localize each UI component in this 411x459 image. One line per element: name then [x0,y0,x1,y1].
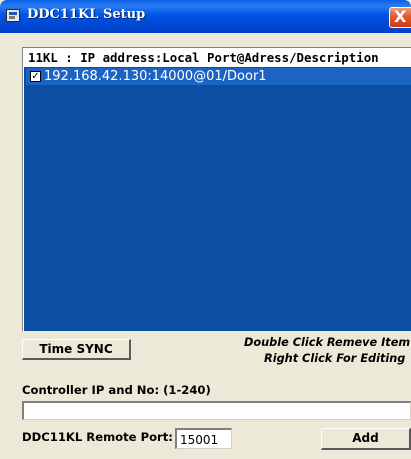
list-header: 11KL : IP address:Local Port@Adress/Desc… [24,49,411,67]
controller-ip-label: Controller IP and No: (1-240) [22,383,211,397]
setup-window: DDC11KL Setup X 11KL : IP address:Local … [0,0,411,459]
title-bar[interactable]: DDC11KL Setup X [0,0,411,33]
controller-ip-input[interactable] [22,401,411,420]
door-list[interactable]: 11KL : IP address:Local Port@Adress/Desc… [22,47,411,331]
list-body[interactable]: ✓ 192.168.42.130:14000@01/Door1 [24,67,411,331]
checkbox-icon[interactable]: ✓ [30,71,41,82]
close-button[interactable]: X [389,7,411,28]
remove-hint: Double Click Remeve Item [244,336,411,349]
list-item[interactable]: ✓ 192.168.42.130:14000@01/Door1 [26,68,411,85]
remote-port-input[interactable] [175,428,232,449]
window-title: DDC11KL Setup [27,7,146,22]
remote-port-label: DDC11KL Remote Port: [22,430,173,444]
list-item-text: 192.168.42.130:14000@01/Door1 [44,69,267,84]
time-sync-button[interactable]: Time SYNC [22,339,131,360]
add-button[interactable]: Add [321,428,411,450]
close-icon: X [394,7,407,26]
app-icon [6,9,20,22]
edit-hint: Right Click For Editing [264,352,406,365]
